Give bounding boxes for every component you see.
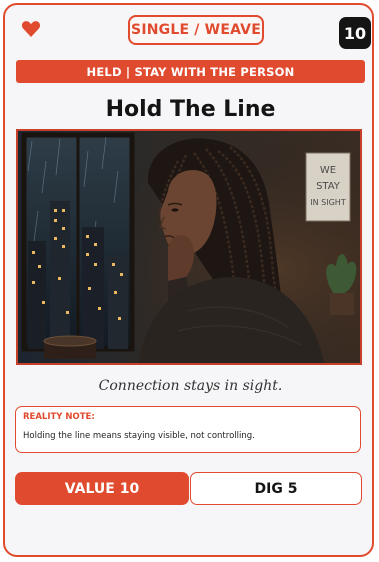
dig-stat: DIG 5 (190, 472, 362, 505)
card-title: Hold The Line (105, 97, 276, 122)
card-subtitle: HELD | STAY WITH THE PERSON (16, 60, 365, 83)
reality-note-box: REALITY NOTE: Holding the line means sta… (15, 406, 361, 453)
reality-note-text: Holding the line means staying visible, … (23, 431, 255, 441)
sign-line-1: WE (320, 165, 336, 176)
card-caption: Connection stays in sight. (98, 378, 283, 394)
reality-note-label: REALITY NOTE: (23, 412, 95, 422)
card-artwork: WE STAY IN SIGHT (16, 129, 362, 365)
card-type-badge: SINGLE / WEAVE (128, 15, 264, 45)
sign-line-2: STAY (316, 181, 341, 192)
heart-icon (21, 19, 41, 39)
value-stat: VALUE 10 (15, 472, 189, 505)
cost-badge: 10 (339, 17, 371, 49)
sign-line-3: IN SIGHT (310, 198, 346, 207)
game-card[interactable]: SINGLE / WEAVE 10 HELD | STAY WITH THE P… (3, 3, 374, 557)
